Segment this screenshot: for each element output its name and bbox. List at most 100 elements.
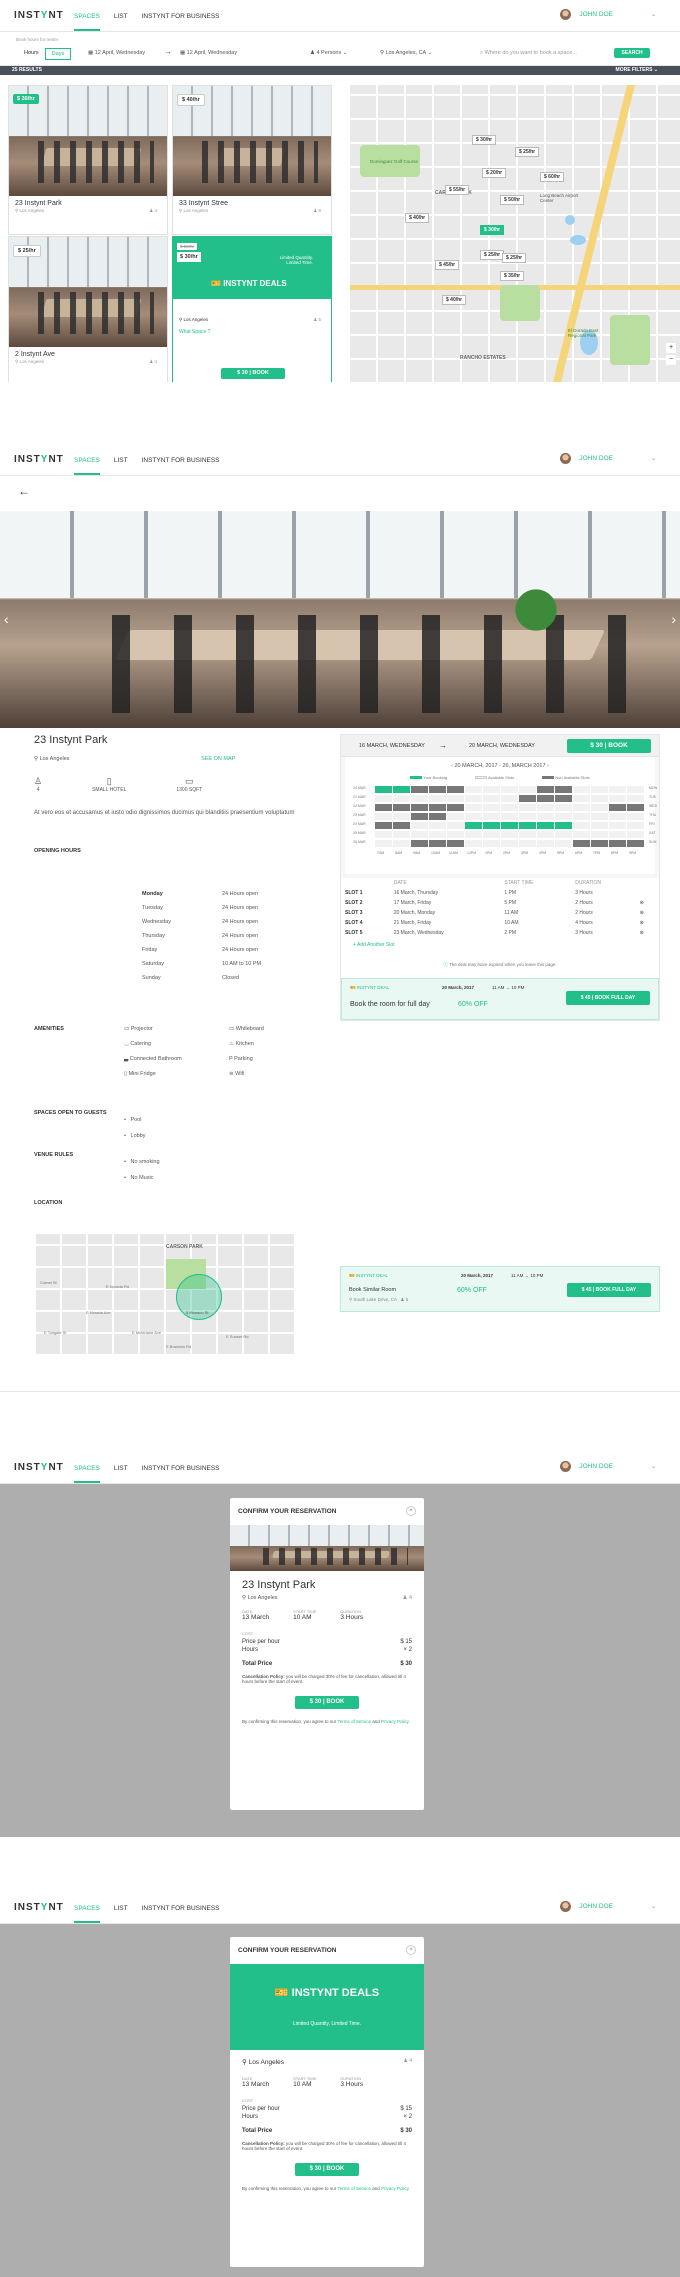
map-pin[interactable]: $ 45/hr [435,260,460,270]
grid-slot[interactable] [519,840,536,847]
map-pin[interactable]: $ 25/hr [515,147,540,157]
grid-slot[interactable] [609,831,626,838]
search-button[interactable]: SEARCH [614,48,650,58]
nav-business[interactable]: INSTYNT FOR BUSINESS [142,1453,220,1483]
grid-slot[interactable] [501,831,518,838]
zoom-in-button[interactable]: + [666,343,676,353]
grid-slot[interactable] [501,804,518,811]
nav-spaces[interactable]: SPACES [74,1453,100,1483]
grid-slot[interactable] [465,822,482,829]
grid-slot[interactable] [573,831,590,838]
grid-slot[interactable] [429,786,446,793]
grid-slot[interactable] [627,831,644,838]
grid-slot[interactable] [627,804,644,811]
end-date-field[interactable]: ▦ 12 April, Wednesday [180,50,237,56]
nav-business[interactable]: INSTYNT FOR BUSINESS [142,1,220,31]
user-menu[interactable]: JOHN DOE ⌄ [560,453,656,464]
grid-slot[interactable] [411,804,428,811]
logo[interactable]: INSTYNT [14,1902,74,1913]
slot-row[interactable]: SLOT 4 21 March, Friday 10 AM 4 Hours ⊗ [341,918,659,928]
more-filters-button[interactable]: MORE FILTERS ⌄ [616,66,658,75]
user-menu[interactable]: JOHN DOE ⌄ [560,9,656,20]
logo[interactable]: INSTYNT [14,454,74,465]
availability-grid[interactable]: 20 MAR MON 21 MAR TUE 22 MAR WED 23 MAR THU 24 M… [353,786,657,868]
terms-link[interactable]: Terms of Service [337,1719,371,1724]
grid-slot[interactable] [519,813,536,820]
grid-slot[interactable] [375,822,392,829]
grid-slot[interactable] [591,795,608,802]
grid-slot[interactable] [465,840,482,847]
grid-slot[interactable] [447,795,464,802]
grid-slot[interactable] [447,804,464,811]
grid-slot[interactable] [501,822,518,829]
book-button[interactable]: $ 30 | BOOK [567,739,651,753]
grid-slot[interactable] [573,795,590,802]
grid-slot[interactable] [537,786,554,793]
grid-slot[interactable] [627,786,644,793]
map-pin[interactable]: $ 35/hr [500,271,525,281]
terms-link[interactable]: Terms of Service [337,2186,371,2191]
grid-slot[interactable] [591,804,608,811]
map-pin[interactable]: $ 20/hr [482,168,507,178]
grid-slot[interactable] [555,795,572,802]
results-map[interactable]: Dominguez Golf Course CARSON PARK Long B… [350,85,680,382]
grid-slot[interactable] [609,804,626,811]
book-button[interactable]: $ 30 | BOOK [295,2163,359,2176]
map-pin[interactable]: $ 30/hr [472,135,497,145]
slot-row[interactable]: SLOT 2 17 March, Friday 5 PM 2 Hours ⊗ [341,898,659,908]
grid-slot[interactable] [609,822,626,829]
grid-slot[interactable] [483,795,500,802]
grid-slot[interactable] [483,831,500,838]
back-arrow-icon[interactable]: ← [18,484,30,498]
grid-slot[interactable] [555,813,572,820]
prev-photo-icon[interactable]: ‹ [4,611,9,627]
grid-slot[interactable] [537,840,554,847]
nav-spaces[interactable]: SPACES [74,1,100,31]
see-on-map-link[interactable]: SEE ON MAP [201,756,235,762]
grid-slot[interactable] [465,795,482,802]
logo[interactable]: INSTYNT [14,10,74,21]
grid-slot[interactable] [501,813,518,820]
book-full-day-button[interactable]: $ 45 | BOOK FULL DAY [567,1283,651,1297]
grid-slot[interactable] [429,840,446,847]
nav-list[interactable]: LIST [114,1893,128,1923]
grid-slot[interactable] [501,786,518,793]
toggle-hours[interactable]: Hours [18,48,45,60]
grid-slot[interactable] [375,813,392,820]
booking-from-date[interactable]: 16 MARCH, WEDNESDAY [359,743,425,749]
grid-slot[interactable] [519,786,536,793]
toggle-days[interactable]: Days [44,48,72,60]
grid-slot[interactable] [375,795,392,802]
grid-slot[interactable] [447,831,464,838]
grid-slot[interactable] [411,786,428,793]
grid-slot[interactable] [609,840,626,847]
privacy-link[interactable]: Privacy Policy [381,2186,409,2191]
grid-slot[interactable] [483,804,500,811]
grid-slot[interactable] [465,831,482,838]
grid-slot[interactable] [555,840,572,847]
grid-slot[interactable] [483,813,500,820]
what-space-link[interactable]: What Space ? [173,323,331,341]
map-pin-selected[interactable]: $ 30/hr [480,225,505,235]
grid-slot[interactable] [591,840,608,847]
map-pin[interactable]: $ 25/hr [480,250,505,260]
grid-slot[interactable] [393,813,410,820]
grid-slot[interactable] [537,831,554,838]
location-map[interactable]: CARSON PARK 5 Monaco St Comet St E Norad… [36,1234,296,1354]
grid-slot[interactable] [627,795,644,802]
grid-slot[interactable] [483,786,500,793]
grid-slot[interactable] [537,795,554,802]
grid-slot[interactable] [429,804,446,811]
grid-slot[interactable] [501,795,518,802]
grid-slot[interactable] [555,822,572,829]
grid-slot[interactable] [393,840,410,847]
grid-slot[interactable] [375,840,392,847]
nav-list[interactable]: LIST [114,1,128,31]
grid-slot[interactable] [393,831,410,838]
grid-slot[interactable] [555,831,572,838]
grid-slot[interactable] [609,813,626,820]
logo[interactable]: INSTYNT [14,1462,74,1473]
map-pin[interactable]: $ 50/hr [500,195,525,205]
book-full-day-button[interactable]: $ 45 | BOOK FULL DAY [566,991,650,1005]
persons-field[interactable]: ♟ 4 Persons ⌄ [310,50,347,56]
